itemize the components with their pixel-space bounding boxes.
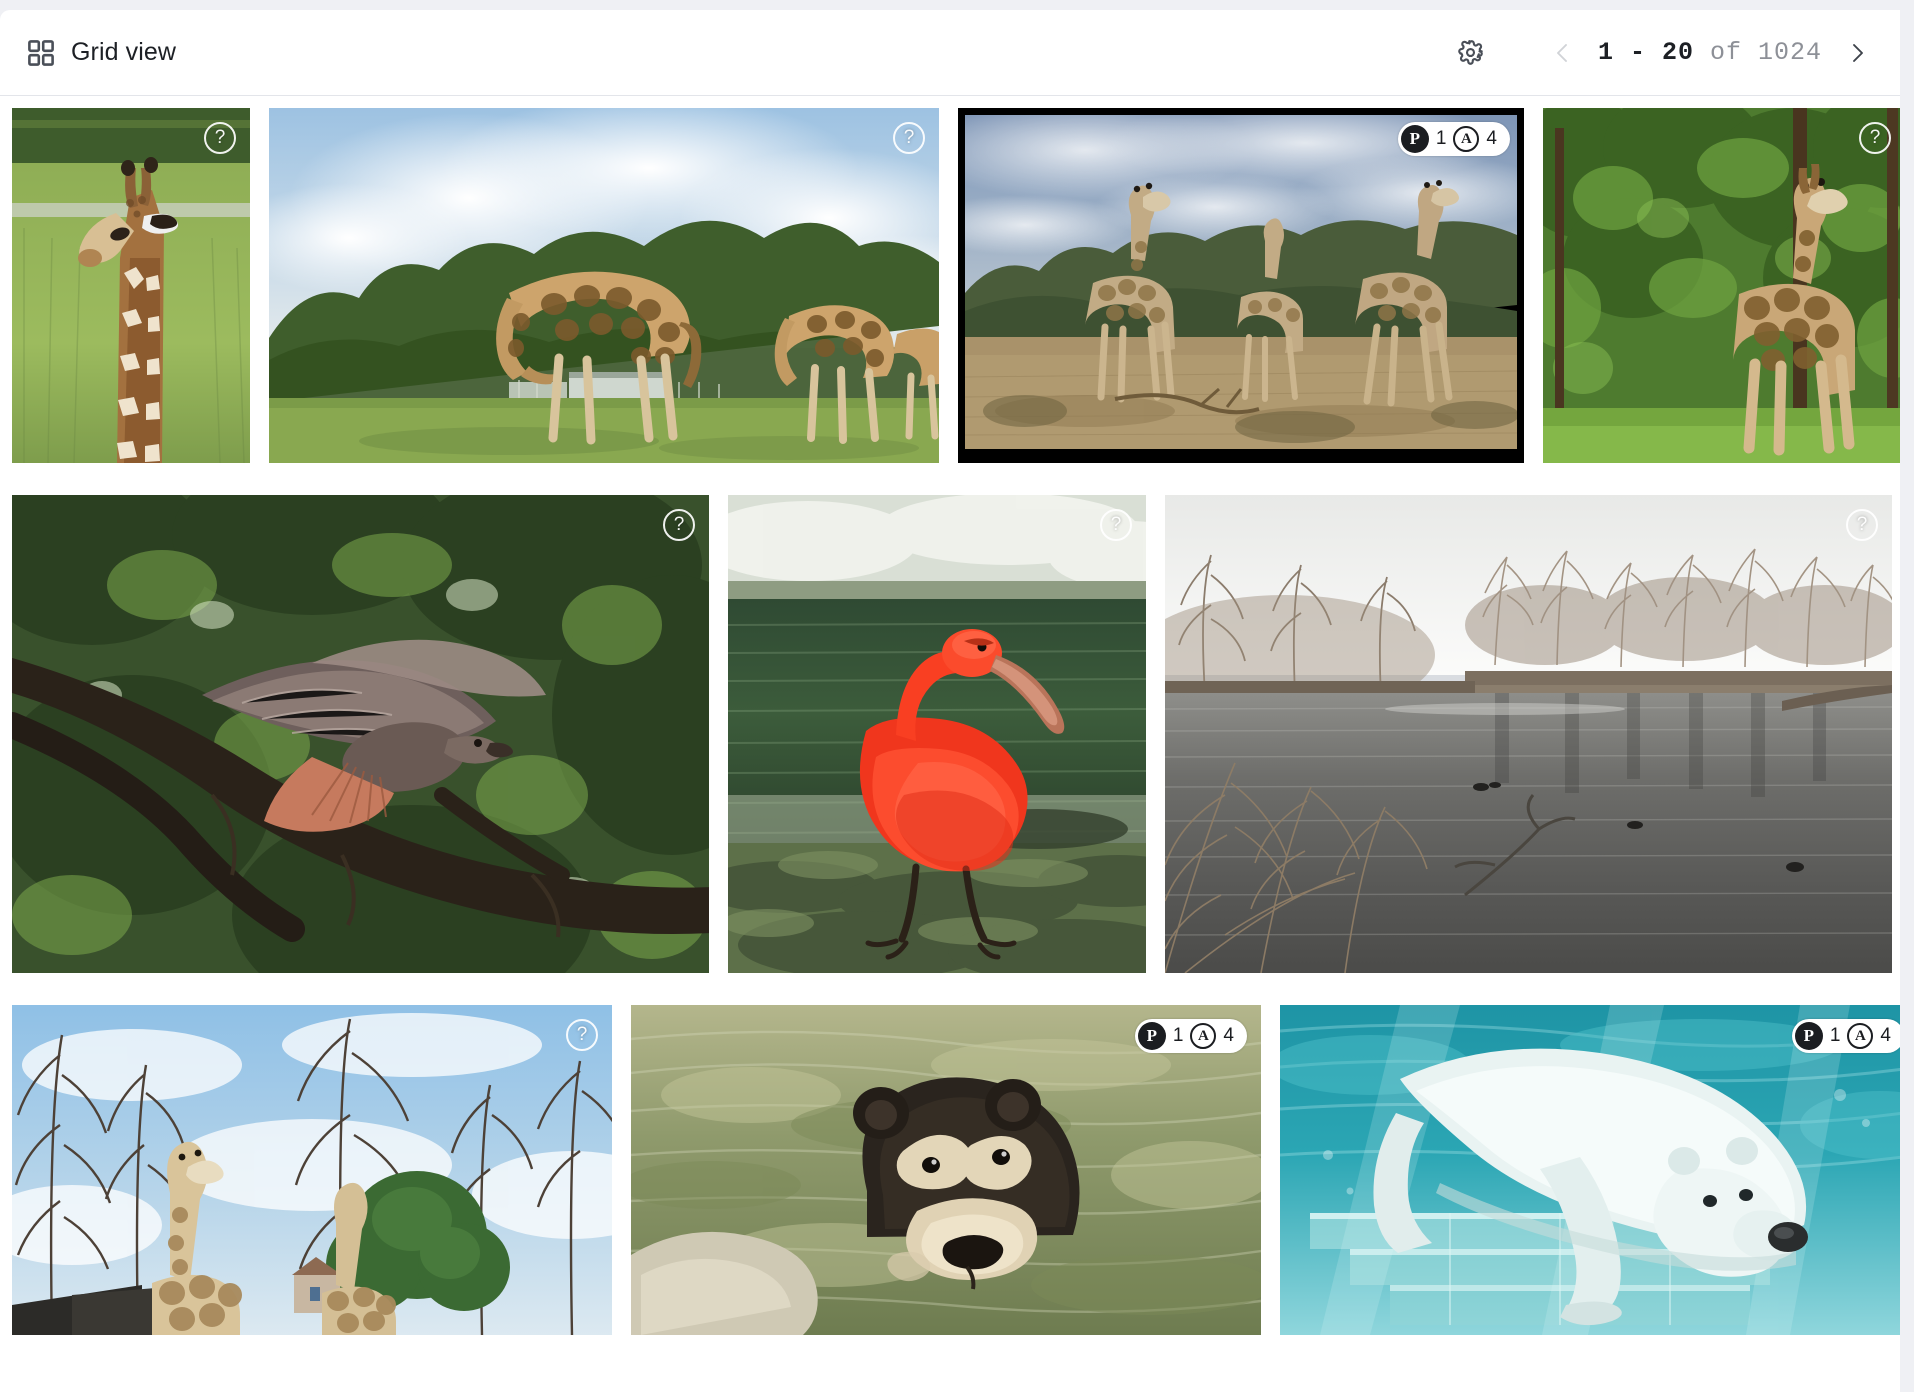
badge-p-icon: P: [1794, 1022, 1823, 1050]
toolbar: Grid view 1 - 20 of 1024: [0, 10, 1900, 96]
status-badge-counts[interactable]: P 1 A 4: [1397, 122, 1510, 156]
toolbar-right: 1 - 20 of 1024: [1448, 30, 1878, 76]
next-page-button[interactable]: [1836, 32, 1878, 74]
badge-a-icon: A: [1190, 1023, 1217, 1049]
gear-icon[interactable]: [1448, 30, 1494, 76]
photo-grid: ? ? P 1 A 4 ? ? ? ? ? P 1 A 4 P 1 A 4: [0, 96, 1900, 1335]
status-badge-question[interactable]: ?: [1100, 509, 1132, 541]
photo-giraffes-savanna-framed[interactable]: P 1 A 4: [958, 108, 1524, 463]
status-badge-question[interactable]: ?: [663, 509, 695, 541]
grid-view-page: Grid view 1 - 20 of 1024 ? ? P 1 A 4 ? ?…: [0, 0, 1914, 1392]
status-badge-question[interactable]: ?: [1846, 509, 1878, 541]
photo-scarlet-ibis-water[interactable]: ?: [728, 495, 1146, 973]
badge-p-count: 1: [1172, 1025, 1184, 1046]
status-badge-counts[interactable]: P 1 A 4: [1791, 1019, 1900, 1053]
pagination-total: 1024: [1757, 38, 1822, 67]
badge-a-count: 4: [1223, 1025, 1234, 1046]
photo-giraffe-herd-meadow[interactable]: ?: [269, 108, 939, 463]
pagination: 1 - 20 of 1024: [1542, 32, 1878, 74]
photo-hawk-flying-branches[interactable]: ?: [12, 495, 709, 973]
grid-row: ?: [0, 495, 1900, 973]
grid-view-icon[interactable]: [28, 39, 54, 66]
badge-a-count: 4: [1880, 1025, 1891, 1046]
status-badge-question[interactable]: ?: [204, 122, 236, 154]
badge-p-count: 1: [1829, 1025, 1841, 1046]
content-card: Grid view 1 - 20 of 1024 ? ? P 1 A 4 ? ?…: [0, 10, 1900, 1392]
status-badge-question[interactable]: ?: [1859, 122, 1891, 154]
pagination-label: 1 - 20 of 1024: [1584, 38, 1836, 67]
photo-giraffe-forest-trees[interactable]: ?: [1543, 108, 1900, 463]
status-badge-question[interactable]: ?: [566, 1019, 598, 1051]
pagination-of: of: [1693, 38, 1758, 67]
badge-p-count: 1: [1435, 128, 1447, 149]
status-badge-question[interactable]: ?: [893, 122, 925, 154]
prev-page-button[interactable]: [1542, 32, 1584, 74]
badge-question-label: ?: [1869, 127, 1881, 148]
page-title: Grid view: [71, 38, 177, 66]
badge-p-icon: P: [1400, 125, 1429, 153]
badge-question-label: ?: [1110, 514, 1122, 535]
grid-row: ?: [0, 1005, 1900, 1335]
badge-question-label: ?: [903, 127, 915, 148]
toolbar-left: Grid view: [28, 38, 176, 67]
photo-giraffe-portrait-grass[interactable]: ?: [12, 108, 250, 463]
badge-question-label: ?: [1856, 514, 1868, 535]
badge-question-label: ?: [673, 514, 685, 535]
photo-giraffes-winter-trees[interactable]: ?: [12, 1005, 612, 1335]
photo-spectacled-bear-water[interactable]: P 1 A 4: [631, 1005, 1261, 1335]
badge-a-count: 4: [1486, 128, 1497, 149]
status-badge-counts[interactable]: P 1 A 4: [1134, 1019, 1247, 1053]
photo-river-bare-trees[interactable]: ?: [1165, 495, 1892, 973]
badge-question-label: ?: [576, 1024, 588, 1045]
badge-question-label: ?: [214, 127, 226, 148]
grid-row: ?: [0, 108, 1900, 463]
badge-a-icon: A: [1453, 126, 1480, 152]
badge-p-icon: P: [1137, 1022, 1166, 1050]
badge-a-icon: A: [1847, 1023, 1874, 1049]
photo-polar-bear-underwater[interactable]: P 1 A 4: [1280, 1005, 1900, 1335]
pagination-range: 1 - 20: [1597, 38, 1694, 67]
